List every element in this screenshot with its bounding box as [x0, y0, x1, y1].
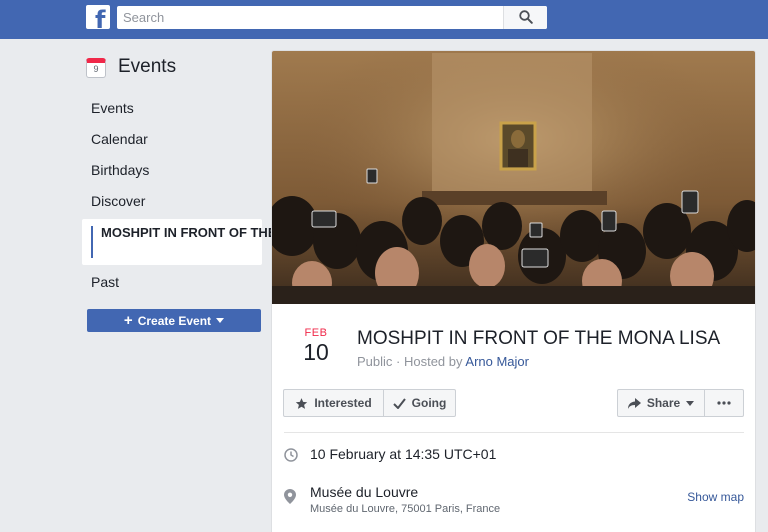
share-label: Share: [646, 396, 681, 410]
sidebar-title: Events: [118, 56, 177, 77]
clock-icon: [284, 448, 298, 462]
event-host-link[interactable]: Arno Major: [465, 354, 529, 369]
sidebar-item-birthdays[interactable]: Birthdays: [82, 155, 262, 186]
search-button[interactable]: [503, 6, 547, 29]
star-icon: [296, 397, 308, 409]
event-title: MOSHPIT IN FRONT OF THE MONA LISA: [357, 328, 721, 349]
sidebar-nav: Events Calendar Birthdays Discover MOSHP…: [82, 93, 353, 298]
calendar-icon: 9: [86, 58, 106, 78]
event-card: FEB 10 MOSHPIT IN FRONT OF THE MONA LISA…: [271, 50, 756, 532]
location-pin-icon: [284, 489, 296, 504]
sidebar-item-current-event[interactable]: MOSHPIT IN FRONT OF THE MONA LISA: [82, 219, 353, 265]
caret-down-icon: [216, 318, 225, 323]
event-month: FEB: [304, 327, 328, 339]
event-datetime-row: 10 February at 14:35 UTC+01: [284, 446, 744, 468]
facebook-logo[interactable]: f: [86, 5, 110, 33]
event-location-row: Musée du Louvre Musée du Louvre, 75001 P…: [284, 484, 744, 520]
interested-label: Interested: [314, 396, 372, 410]
caret-down-icon: [686, 400, 695, 406]
interested-button[interactable]: Interested: [283, 389, 384, 417]
section-divider: [284, 432, 744, 433]
calendar-icon-day: 9: [93, 64, 99, 74]
cover-photo-illustration: [272, 51, 755, 304]
event-privacy: Public · Hosted by: [357, 354, 463, 369]
event-subtitle: Public · Hosted by Arno Major: [357, 354, 529, 369]
sidebar-item-events[interactable]: Events: [82, 93, 262, 124]
sidebar-item-calendar[interactable]: Calendar: [82, 124, 262, 155]
create-event-label: Create Event: [137, 313, 212, 328]
show-map-link[interactable]: Show map: [687, 490, 744, 504]
event-address: Musée du Louvre, 75001 Paris, France: [310, 503, 501, 515]
going-label: Going: [411, 396, 447, 410]
event-venue[interactable]: Musée du Louvre: [310, 484, 418, 500]
search-input[interactable]: [117, 6, 505, 29]
event-day: 10: [303, 339, 329, 365]
share-button[interactable]: Share: [617, 389, 705, 417]
plus-icon: +: [123, 312, 133, 329]
checkmark-icon: [392, 397, 406, 409]
search-icon: [519, 10, 533, 24]
going-button[interactable]: Going: [383, 389, 456, 417]
event-datetime[interactable]: 10 February at 14:35 UTC+01: [310, 446, 496, 462]
more-options-button[interactable]: [704, 389, 744, 417]
event-cover-photo[interactable]: [272, 51, 755, 304]
sidebar-item-discover[interactable]: Discover: [82, 186, 262, 217]
sidebar-item-past[interactable]: Past: [82, 267, 262, 298]
facebook-logo-letter: f: [95, 6, 106, 34]
share-arrow-icon: [627, 397, 641, 409]
more-dots-icon: [717, 401, 731, 405]
create-event-button[interactable]: + Create Event: [87, 309, 261, 332]
event-date-box: FEB 10: [292, 327, 340, 365]
top-navigation-bar: f: [0, 0, 768, 39]
search-box: [117, 6, 547, 29]
